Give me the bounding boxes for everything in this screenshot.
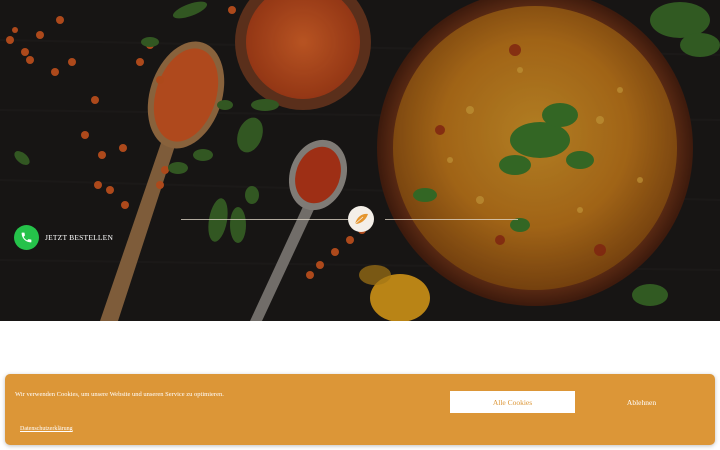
leaf-emblem-icon <box>348 206 374 232</box>
hero-divider-left <box>181 219 348 220</box>
cookie-message: Wir verwenden Cookies, um unsere Website… <box>15 391 224 398</box>
page: JETZT BESTELLEN Wir verwenden Cookies, u… <box>0 0 720 450</box>
hero-divider-right <box>385 219 518 220</box>
cookie-banner: Wir verwenden Cookies, um unsere Website… <box>5 374 715 445</box>
hero-image <box>0 0 720 321</box>
decline-cookies-button[interactable]: Ablehnen <box>590 391 693 413</box>
food-photo <box>0 0 720 321</box>
order-now-button[interactable]: JETZT BESTELLEN <box>14 225 113 250</box>
accept-all-cookies-button[interactable]: Alle Cookies <box>450 391 575 413</box>
phone-icon <box>14 225 39 250</box>
privacy-policy-link[interactable]: Datenschutzerklärung <box>20 426 73 432</box>
order-now-label: JETZT BESTELLEN <box>45 233 114 242</box>
